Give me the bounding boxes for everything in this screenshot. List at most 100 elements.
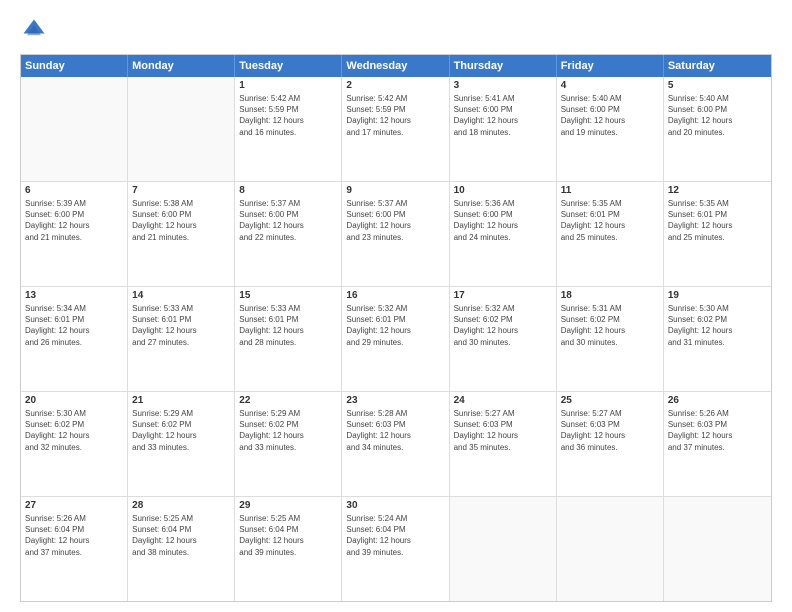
day-number: 29 [239,500,337,511]
cell-info-line: and 28 minutes. [239,337,337,348]
cell-info-line: Sunrise: 5:30 AM [668,303,767,314]
cell-info-line: Sunrise: 5:28 AM [346,408,444,419]
calendar-header-cell: Monday [128,55,235,77]
calendar-cell: 11Sunrise: 5:35 AMSunset: 6:01 PMDayligh… [557,182,664,286]
cell-info-line: Sunset: 6:03 PM [346,419,444,430]
cell-info-line: Daylight: 12 hours [346,325,444,336]
cell-info-line: and 32 minutes. [25,442,123,453]
calendar-cell: 27Sunrise: 5:26 AMSunset: 6:04 PMDayligh… [21,497,128,601]
cell-info-line: Sunset: 6:01 PM [668,209,767,220]
day-number: 11 [561,185,659,196]
cell-info-line: Sunrise: 5:39 AM [25,198,123,209]
cell-info-line: Daylight: 12 hours [346,220,444,231]
cell-info-line: and 22 minutes. [239,232,337,243]
cell-info-line: and 34 minutes. [346,442,444,453]
cell-info-line: Sunset: 6:01 PM [346,314,444,325]
calendar-cell: 14Sunrise: 5:33 AMSunset: 6:01 PMDayligh… [128,287,235,391]
cell-info-line: and 26 minutes. [25,337,123,348]
calendar-header-cell: Saturday [664,55,771,77]
cell-info-line: Sunrise: 5:40 AM [561,93,659,104]
cell-info-line: Sunset: 6:00 PM [239,209,337,220]
cell-info-line: Sunset: 6:00 PM [668,104,767,115]
cell-info-line: Sunrise: 5:37 AM [346,198,444,209]
day-number: 21 [132,395,230,406]
cell-info-line: Sunset: 6:04 PM [239,524,337,535]
cell-info-line: Sunset: 6:02 PM [25,419,123,430]
calendar-cell [557,497,664,601]
calendar-cell: 23Sunrise: 5:28 AMSunset: 6:03 PMDayligh… [342,392,449,496]
cell-info-line: and 35 minutes. [454,442,552,453]
cell-info-line: Sunrise: 5:34 AM [25,303,123,314]
cell-info-line: Daylight: 12 hours [668,430,767,441]
calendar-cell: 3Sunrise: 5:41 AMSunset: 6:00 PMDaylight… [450,77,557,181]
cell-info-line: Sunrise: 5:27 AM [454,408,552,419]
calendar: SundayMondayTuesdayWednesdayThursdayFrid… [20,54,772,602]
cell-info-line: and 29 minutes. [346,337,444,348]
cell-info-line: Daylight: 12 hours [561,325,659,336]
cell-info-line: Sunset: 6:02 PM [132,419,230,430]
cell-info-line: Sunset: 6:04 PM [346,524,444,535]
cell-info-line: Sunset: 6:02 PM [668,314,767,325]
cell-info-line: and 33 minutes. [132,442,230,453]
cell-info-line: and 24 minutes. [454,232,552,243]
cell-info-line: Sunset: 6:00 PM [132,209,230,220]
logo-icon [20,16,48,44]
day-number: 24 [454,395,552,406]
cell-info-line: Sunrise: 5:29 AM [239,408,337,419]
cell-info-line: Sunset: 5:59 PM [239,104,337,115]
day-number: 7 [132,185,230,196]
cell-info-line: Sunrise: 5:36 AM [454,198,552,209]
cell-info-line: Daylight: 12 hours [25,325,123,336]
calendar-cell: 13Sunrise: 5:34 AMSunset: 6:01 PMDayligh… [21,287,128,391]
cell-info-line: and 39 minutes. [239,547,337,558]
cell-info-line: Sunset: 6:00 PM [346,209,444,220]
calendar-row: 6Sunrise: 5:39 AMSunset: 6:00 PMDaylight… [21,181,771,286]
cell-info-line: and 21 minutes. [25,232,123,243]
logo [20,16,52,44]
cell-info-line: Sunrise: 5:38 AM [132,198,230,209]
day-number: 6 [25,185,123,196]
cell-info-line: and 17 minutes. [346,127,444,138]
cell-info-line: Sunrise: 5:37 AM [239,198,337,209]
cell-info-line: Sunset: 6:02 PM [239,419,337,430]
calendar-cell: 22Sunrise: 5:29 AMSunset: 6:02 PMDayligh… [235,392,342,496]
cell-info-line: Daylight: 12 hours [346,535,444,546]
cell-info-line: Sunset: 6:02 PM [454,314,552,325]
calendar-cell [128,77,235,181]
cell-info-line: Daylight: 12 hours [239,325,337,336]
calendar-header-cell: Tuesday [235,55,342,77]
day-number: 16 [346,290,444,301]
cell-info-line: Daylight: 12 hours [132,430,230,441]
cell-info-line: and 20 minutes. [668,127,767,138]
cell-info-line: Sunset: 6:04 PM [25,524,123,535]
day-number: 12 [668,185,767,196]
cell-info-line: Sunrise: 5:26 AM [668,408,767,419]
cell-info-line: Daylight: 12 hours [346,430,444,441]
cell-info-line: and 27 minutes. [132,337,230,348]
cell-info-line: and 37 minutes. [668,442,767,453]
calendar-cell: 16Sunrise: 5:32 AMSunset: 6:01 PMDayligh… [342,287,449,391]
cell-info-line: Daylight: 12 hours [132,220,230,231]
cell-info-line: Sunrise: 5:30 AM [25,408,123,419]
cell-info-line: Sunrise: 5:41 AM [454,93,552,104]
calendar-cell: 1Sunrise: 5:42 AMSunset: 5:59 PMDaylight… [235,77,342,181]
calendar-cell [664,497,771,601]
cell-info-line: Sunrise: 5:33 AM [132,303,230,314]
cell-info-line: and 25 minutes. [668,232,767,243]
cell-info-line: Sunset: 6:00 PM [454,209,552,220]
calendar-row: 1Sunrise: 5:42 AMSunset: 5:59 PMDaylight… [21,77,771,181]
cell-info-line: Daylight: 12 hours [346,115,444,126]
cell-info-line: Daylight: 12 hours [561,430,659,441]
calendar-header-row: SundayMondayTuesdayWednesdayThursdayFrid… [21,55,771,77]
calendar-cell: 18Sunrise: 5:31 AMSunset: 6:02 PMDayligh… [557,287,664,391]
cell-info-line: and 18 minutes. [454,127,552,138]
cell-info-line: and 30 minutes. [454,337,552,348]
cell-info-line: Sunrise: 5:42 AM [346,93,444,104]
cell-info-line: and 30 minutes. [561,337,659,348]
cell-info-line: Daylight: 12 hours [132,535,230,546]
cell-info-line: Sunset: 6:01 PM [25,314,123,325]
calendar-header-cell: Sunday [21,55,128,77]
day-number: 26 [668,395,767,406]
calendar-body: 1Sunrise: 5:42 AMSunset: 5:59 PMDaylight… [21,77,771,601]
cell-info-line: and 19 minutes. [561,127,659,138]
